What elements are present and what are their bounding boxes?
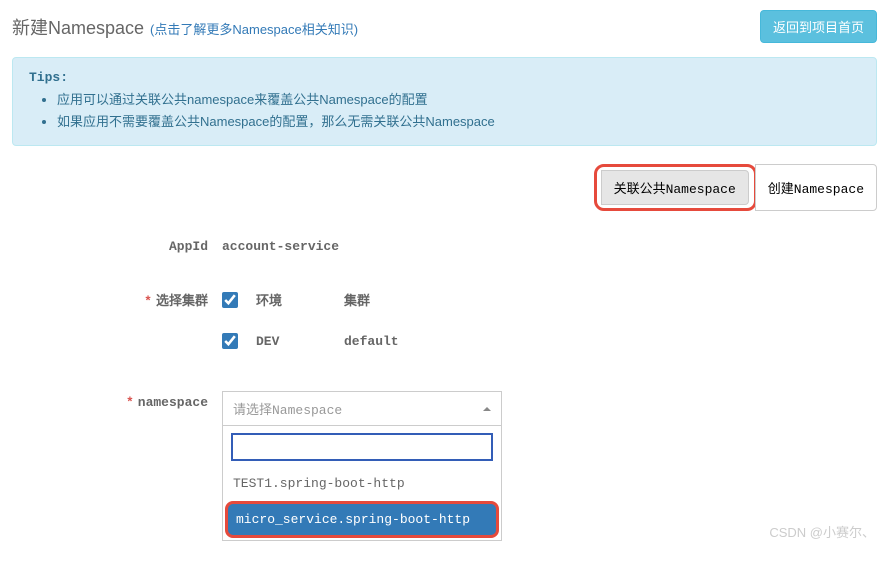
cluster-row-checkbox[interactable] <box>222 333 238 349</box>
namespace-placeholder: 请选择Namespace <box>233 399 342 418</box>
required-mark: * <box>126 395 134 410</box>
tips-label: Tips: <box>29 70 860 85</box>
create-namespace-button[interactable]: 创建Namespace <box>755 164 877 211</box>
namespace-option-selected[interactable]: micro_service.spring-boot-http <box>225 501 499 538</box>
namespace-option[interactable]: TEST1.spring-boot-http <box>223 468 501 499</box>
namespace-select[interactable]: 请选择Namespace <box>222 391 502 426</box>
namespace-content: 请选择Namespace TEST1.spring-boot-http micr… <box>222 391 877 541</box>
cluster-cluster-header: 集群 <box>344 290 370 309</box>
namespace-label: *namespace <box>12 391 222 410</box>
namespace-tab-buttons: 关联公共Namespace 创建Namespace <box>12 164 877 211</box>
link-public-namespace-button[interactable]: 关联公共Namespace <box>601 170 749 205</box>
highlight-annotation <box>231 433 493 461</box>
namespace-dropdown: TEST1.spring-boot-http micro_service.spr… <box>222 426 502 541</box>
cluster-row: *选择集群 环境 集群 DEV default <box>12 286 877 353</box>
chevron-up-icon <box>483 407 491 411</box>
cluster-label: *选择集群 <box>12 286 222 309</box>
appid-label: AppId <box>12 235 222 254</box>
cluster-cluster-value: default <box>344 334 399 349</box>
namespace-select-wrap: 请选择Namespace TEST1.spring-boot-http micr… <box>222 391 502 541</box>
watermark: CSDN @小赛尔、 <box>769 522 875 541</box>
more-info-link[interactable]: (点击了解更多Namespace相关知识) <box>150 19 358 38</box>
cluster-env-header: 环境 <box>256 290 326 309</box>
namespace-row: *namespace 请选择Namespace TEST1.spring-boo… <box>12 391 877 541</box>
highlight-annotation: 关联公共Namespace <box>594 164 757 211</box>
cluster-content: 环境 集群 DEV default <box>222 286 877 353</box>
tips-item: 应用可以通过关联公共namespace来覆盖公共Namespace的配置 <box>57 89 860 111</box>
cluster-env-value: DEV <box>256 334 326 349</box>
appid-row: AppId account-service <box>12 235 877 254</box>
title-wrap: 新建Namespace (点击了解更多Namespace相关知识) <box>12 14 358 40</box>
page-header: 新建Namespace (点击了解更多Namespace相关知识) 返回到项目首… <box>12 10 877 43</box>
cluster-header: 环境 集群 <box>222 286 877 313</box>
required-mark: * <box>144 294 152 309</box>
back-to-project-button[interactable]: 返回到项目首页 <box>760 10 877 43</box>
cluster-data-row: DEV default <box>222 329 877 353</box>
tips-panel: Tips: 应用可以通过关联公共namespace来覆盖公共Namespace的… <box>12 57 877 146</box>
tips-item: 如果应用不需要覆盖公共Namespace的配置，那么无需关联公共Namespac… <box>57 111 860 133</box>
namespace-search-input[interactable] <box>231 433 493 461</box>
page-title: 新建Namespace <box>12 14 144 40</box>
tips-list: 应用可以通过关联公共namespace来覆盖公共Namespace的配置 如果应… <box>29 89 860 133</box>
namespace-search-wrap <box>223 426 501 468</box>
cluster-select-all-checkbox[interactable] <box>222 292 238 308</box>
appid-value: account-service <box>222 235 877 254</box>
